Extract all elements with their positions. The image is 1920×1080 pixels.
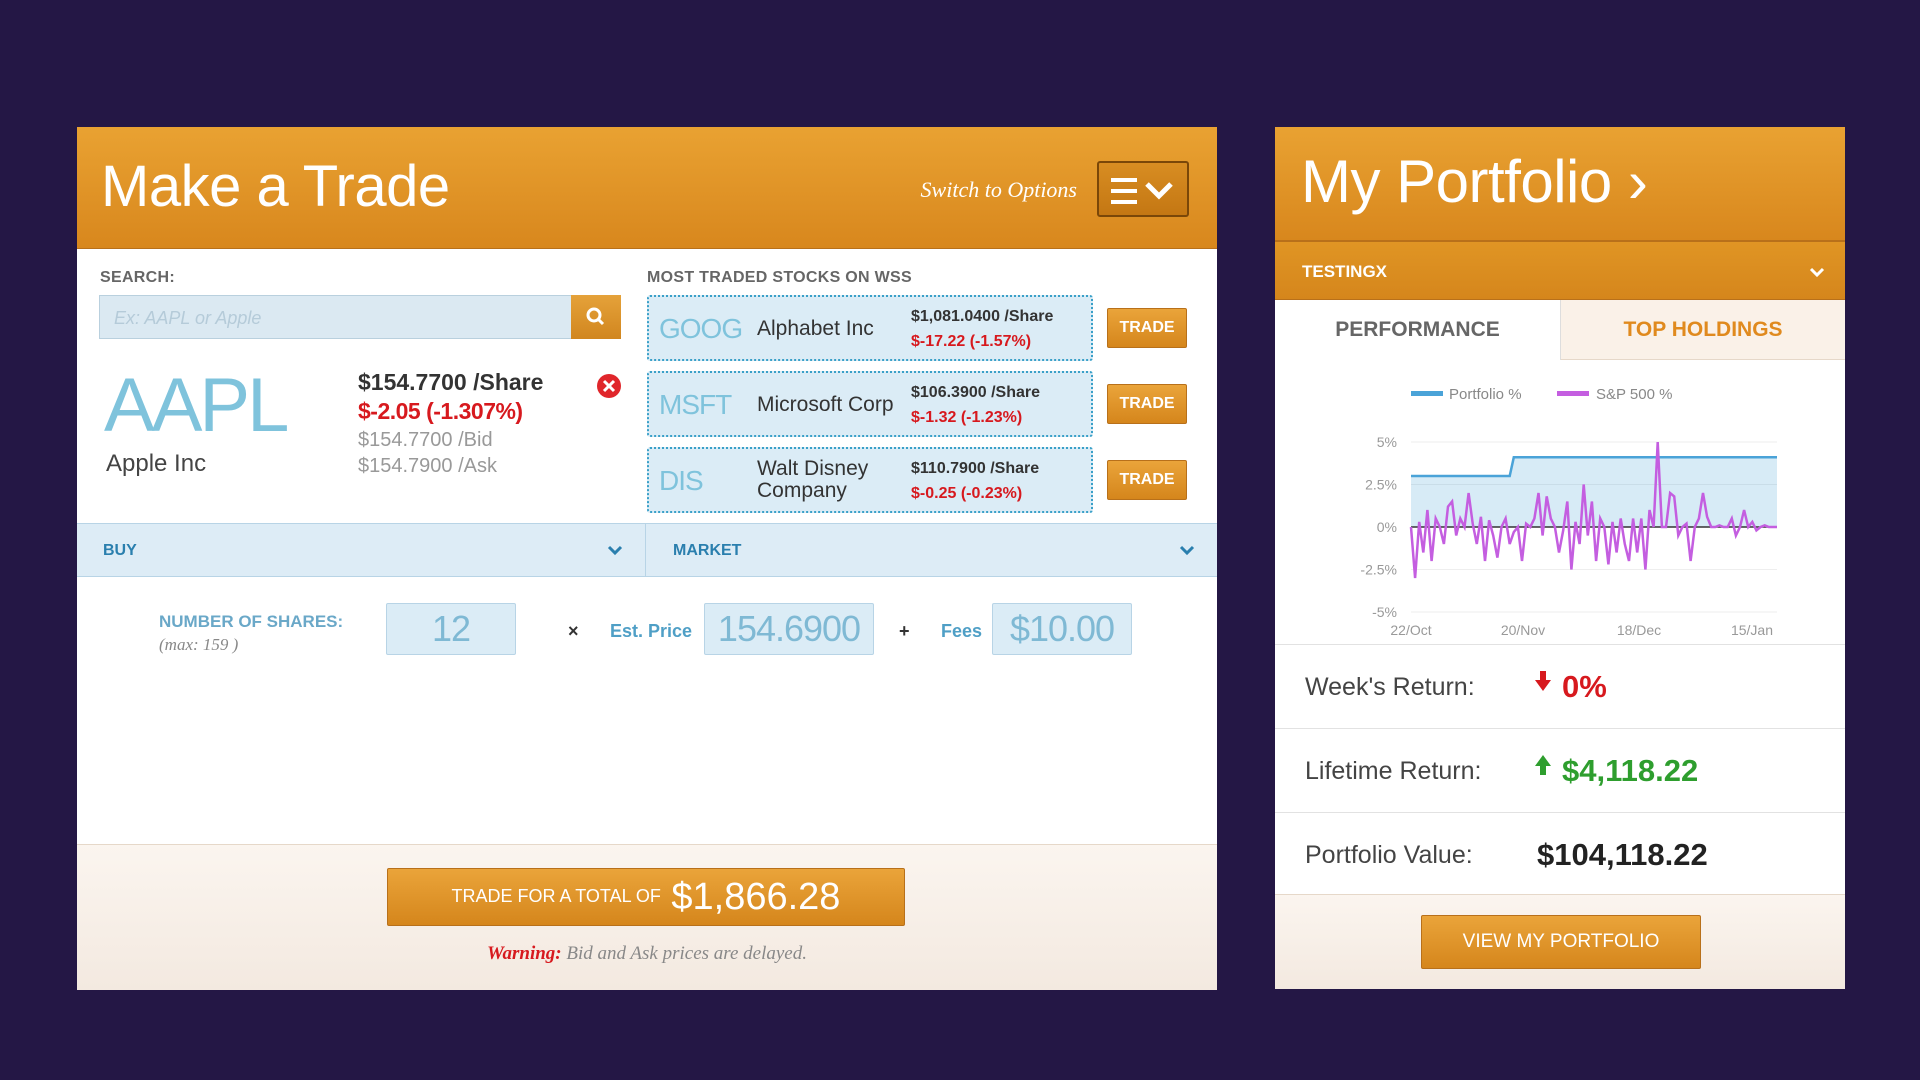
x-tick-label: 18/Dec [1617, 622, 1661, 638]
stock-change: $-1.32 (-1.23%) [911, 409, 1023, 426]
view-portfolio-button[interactable]: VIEW MY PORTFOLIO [1421, 915, 1701, 969]
lifetime-return-row: Lifetime Return: $4,118.22 [1275, 728, 1845, 812]
stock-card-dis[interactable]: DIS Walt Disney Company $110.7900 /Share… [647, 447, 1093, 513]
y-tick-label: 5% [1377, 434, 1397, 450]
lifetime-return-value: $4,118.22 [1562, 753, 1699, 788]
search-placeholder: Ex: AAPL or Apple [114, 308, 262, 328]
search-label: SEARCH: [100, 269, 175, 286]
stock-name: Microsoft Corp [757, 393, 894, 416]
stock-ticker: GOOG [659, 313, 743, 344]
trade-dis-button[interactable]: TRADE [1107, 460, 1187, 500]
selected-bid: $154.7700 /Bid [358, 429, 493, 451]
shares-label: NUMBER OF SHARES: [159, 612, 344, 631]
plus-sign: + [899, 621, 910, 641]
arrow-down-icon [1535, 671, 1551, 691]
warning-label: Warning: [487, 943, 562, 964]
chevron-down-icon [607, 545, 623, 556]
selected-company: Apple Inc [106, 450, 207, 477]
portfolio-footer: VIEW MY PORTFOLIO [1275, 894, 1845, 989]
max-shares-label: (max: 159 ) [159, 635, 239, 654]
x-tick-label: 22/Oct [1390, 622, 1431, 638]
selected-change: $-2.05 (-1.307%) [358, 398, 523, 424]
legend-swatch-portfolio [1411, 391, 1443, 396]
action-value: BUY [103, 542, 137, 559]
fees-label: Fees [941, 621, 983, 641]
stock-name: Walt Disney Company [757, 457, 869, 502]
performance-chart: Portfolio % S&P 500 % 5% 2.5% 0% -2.5% -5% 22… [1275, 360, 1845, 640]
trade-msft-button[interactable]: TRADE [1107, 384, 1187, 424]
order-options-row: BUY MARKET [77, 523, 1217, 577]
delay-warning: Warning: Bid and Ask prices are delayed. [77, 943, 1217, 965]
stock-name: Alphabet Inc [757, 317, 874, 340]
legend-swatch-sp500 [1557, 391, 1589, 396]
make-a-trade-panel: Make a Trade Switch to Options SEARCH: E… [77, 127, 1217, 990]
stock-card-goog[interactable]: GOOG Alphabet Inc $1,081.0400 /Share $-1… [647, 295, 1093, 361]
stock-ticker: MSFT [659, 389, 732, 420]
remove-stock-icon[interactable] [596, 373, 622, 399]
search-icon [586, 307, 605, 326]
order-type-value: MARKET [673, 542, 742, 559]
chevron-down-icon [1809, 267, 1825, 278]
weeks-return-value: 0% [1562, 669, 1607, 704]
selected-ask: $154.7900 /Ask [358, 455, 497, 477]
portfolio-value: $104,118.22 [1537, 837, 1708, 872]
trade-header: Make a Trade Switch to Options [77, 127, 1217, 249]
shares-input[interactable]: 12 [386, 603, 516, 655]
trade-total-button[interactable]: TRADE FOR A TOTAL OF $1,866.28 [387, 868, 905, 926]
my-portfolio-panel: My Portfolio › TESTINGX PERFORMANCE TOP … [1275, 127, 1845, 989]
chevron-down-icon [1179, 545, 1195, 556]
order-type-select[interactable]: MARKET [647, 524, 1217, 576]
y-tick-label: 0% [1377, 519, 1397, 535]
y-tick-label: 2.5% [1365, 477, 1397, 493]
search-button[interactable] [571, 295, 621, 339]
fees-field: $10.00 [992, 603, 1132, 655]
y-tick-label: -5% [1372, 604, 1397, 620]
warning-text: Bid and Ask prices are delayed. [566, 943, 807, 964]
portfolio-value-label: Portfolio Value: [1305, 841, 1473, 869]
trade-goog-button[interactable]: TRADE [1107, 308, 1187, 348]
portfolio-title[interactable]: My Portfolio › [1301, 147, 1648, 216]
stock-price: $1,081.0400 /Share [911, 308, 1054, 325]
stock-price: $106.3900 /Share [911, 384, 1040, 401]
performance-chart-svg: Portfolio % S&P 500 % 5% 2.5% 0% -2.5% -5% 22… [1360, 386, 1777, 638]
trade-footer: TRADE FOR A TOTAL OF $1,866.28 Warning: … [77, 844, 1217, 990]
times-sign: × [568, 621, 579, 641]
total-prefix: TRADE FOR A TOTAL OF [451, 886, 661, 906]
menu-dropdown-button[interactable] [1097, 161, 1189, 217]
y-tick-label: -2.5% [1360, 562, 1397, 578]
x-tick-label: 20/Nov [1501, 622, 1545, 638]
weeks-return-label: Week's Return: [1305, 673, 1475, 701]
portfolio-tabs: PERFORMANCE TOP HOLDINGS [1275, 300, 1845, 360]
stock-ticker: DIS [659, 465, 704, 496]
weeks-return-row: Week's Return: 0% [1275, 644, 1845, 728]
account-name: TESTINGX [1302, 262, 1388, 281]
tab-performance[interactable]: PERFORMANCE [1275, 300, 1561, 360]
stock-change: $-0.25 (-0.23%) [911, 485, 1023, 502]
selected-price: $154.7700 /Share [358, 369, 544, 395]
x-tick-label: 15/Jan [1731, 622, 1773, 638]
lifetime-return-label: Lifetime Return: [1305, 757, 1482, 785]
portfolio-value-row: Portfolio Value: $104,118.22 [1275, 812, 1845, 896]
account-select[interactable]: TESTINGX [1275, 241, 1845, 300]
total-value: $1,866.28 [671, 876, 841, 918]
search-input[interactable]: Ex: AAPL or Apple [99, 295, 572, 339]
switch-to-options-link[interactable]: Switch to Options [921, 177, 1077, 203]
portfolio-header[interactable]: My Portfolio › [1275, 127, 1845, 241]
est-price-label: Est. Price [610, 621, 693, 641]
stock-price: $110.7900 /Share [911, 460, 1040, 477]
stock-card-msft[interactable]: MSFT Microsoft Corp $106.3900 /Share $-1… [647, 371, 1093, 437]
legend-sp500: S&P 500 % [1596, 386, 1672, 403]
menu-chevron-icon [1111, 178, 1173, 204]
trade-title: Make a Trade [101, 154, 450, 219]
legend-portfolio: Portfolio % [1449, 386, 1522, 403]
arrow-up-icon [1535, 755, 1551, 775]
stock-change: $-17.22 (-1.57%) [911, 333, 1032, 350]
tab-top-holdings[interactable]: TOP HOLDINGS [1561, 300, 1845, 360]
selected-ticker: AAPL [104, 363, 289, 448]
action-select[interactable]: BUY [77, 524, 646, 576]
most-traded-label: MOST TRADED STOCKS ON WSS [647, 269, 912, 286]
est-price-field: 154.6900 [704, 603, 874, 655]
